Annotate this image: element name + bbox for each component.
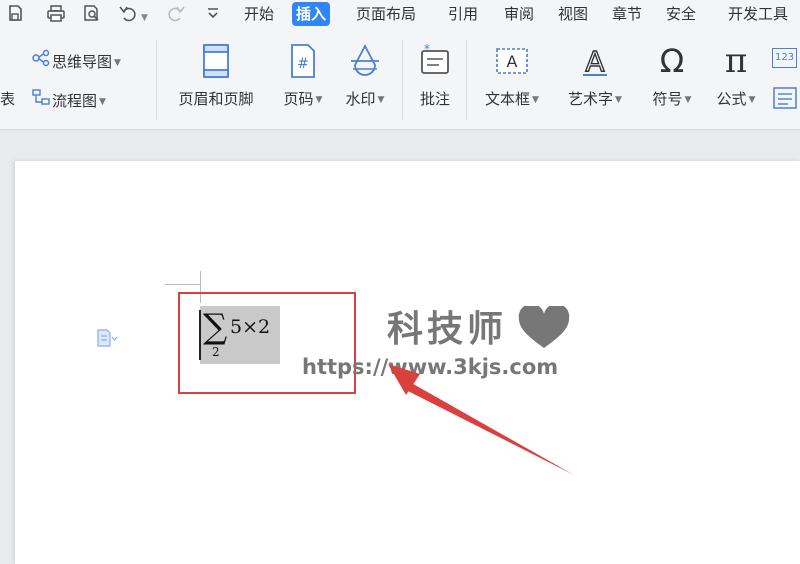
annotation-arrow: [388, 364, 574, 475]
